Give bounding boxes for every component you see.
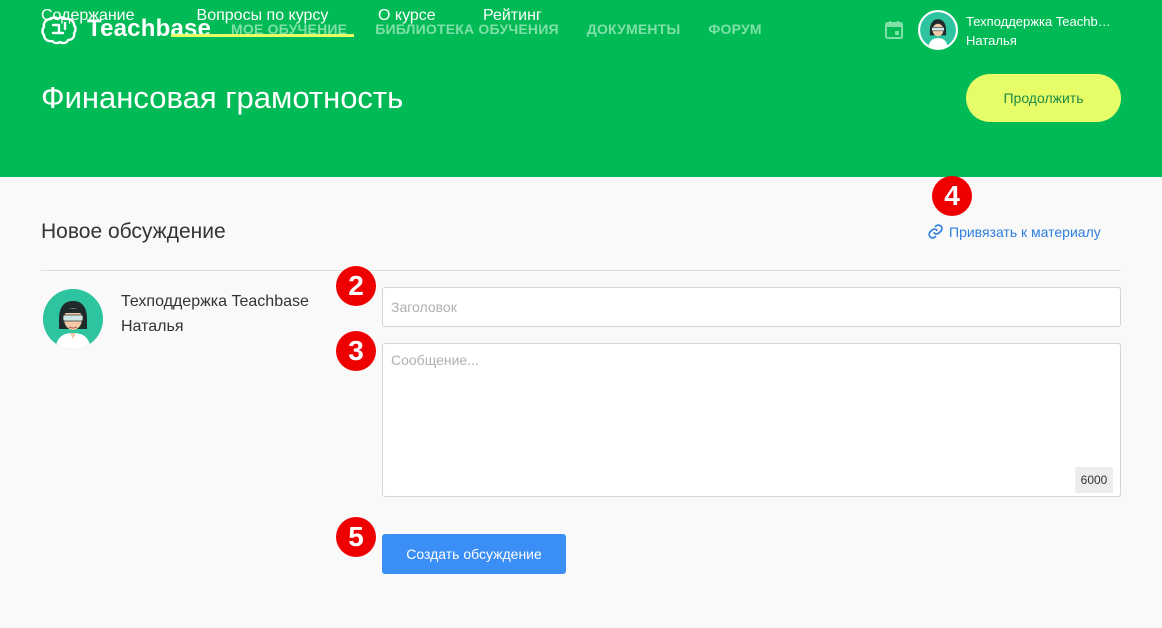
author-avatar-image — [43, 289, 103, 349]
discussion-title-input[interactable] — [382, 287, 1121, 327]
tab-course-questions[interactable]: Вопросы по курсу — [171, 0, 354, 37]
annotation-marker-4: 4 — [932, 176, 972, 216]
author-name-line2: Наталья — [121, 318, 184, 335]
course-title: Финансовая грамотность — [41, 80, 404, 115]
top-header: Teachbase МОЕ ОБУЧЕНИЕ БИБЛИОТЕКА ОБУЧЕН… — [0, 0, 1162, 177]
annotation-marker-2: 2 — [336, 266, 376, 306]
calendar-icon[interactable] — [884, 20, 904, 40]
user-name-line2: Наталья — [966, 33, 1017, 48]
annotation-marker-3: 3 — [336, 331, 376, 371]
author-avatar — [43, 289, 103, 349]
link-icon — [928, 224, 943, 239]
tab-rating[interactable]: Рейтинг — [483, 0, 542, 37]
user-avatar[interactable] — [918, 10, 958, 50]
char-counter: 6000 — [1075, 467, 1113, 493]
nav-forum[interactable]: ФОРУМ — [708, 21, 761, 37]
annotation-marker-5: 5 — [336, 517, 376, 557]
create-discussion-button[interactable]: Создать обсуждение — [382, 534, 566, 574]
author-name: Техподдержка Teachbase Наталья — [121, 289, 309, 339]
attach-link-label: Привязать к материалу — [949, 223, 1101, 240]
divider — [41, 270, 1121, 271]
new-discussion-title: Новое обсуждение — [41, 220, 226, 243]
tab-about-course[interactable]: О курсе — [378, 0, 436, 37]
user-avatar-image — [920, 12, 956, 48]
continue-button[interactable]: Продолжить — [966, 74, 1121, 122]
user-name[interactable]: Техподдержка Teachbase Наталья — [966, 12, 1126, 50]
user-name-line1: Техподдержка Teachbase — [966, 14, 1116, 29]
tab-content[interactable]: Содержание — [41, 0, 135, 37]
discussion-message-input[interactable] — [382, 343, 1121, 497]
attach-to-material-link[interactable]: Привязать к материалу — [927, 223, 1101, 240]
nav-documents[interactable]: ДОКУМЕНТЫ — [587, 21, 681, 37]
author-name-line1: Техподдержка Teachbase — [121, 293, 309, 310]
